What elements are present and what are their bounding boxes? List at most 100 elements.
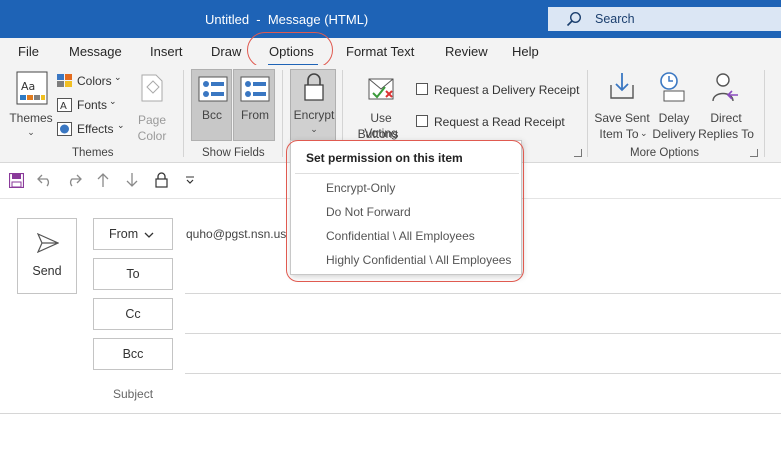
save-sent-label-1: Save Sent [594,111,650,125]
direct-replies-button[interactable]: Direct Replies To [698,69,754,141]
cc-button-label: Cc [125,307,141,321]
themes-group-label: Themes [72,147,114,159]
message-body[interactable] [0,415,781,467]
themes-icon: Aa [16,71,48,105]
chevron-down-icon: ⌄ [27,127,35,137]
tab-help[interactable]: Help [512,44,539,59]
tab-message[interactable]: Message [69,44,122,59]
themes-button[interactable]: Aa Themes ⌄ [8,69,54,141]
chevron-down-icon: ⌄ [640,128,648,138]
bcc-icon [198,76,228,102]
svg-text:A: A [60,101,67,112]
undo-icon[interactable] [37,173,53,187]
group-separator [183,70,184,157]
chevron-down-icon: ⌄ [117,120,125,130]
direct-label-2: Replies To [698,127,754,141]
voting-buttons-button[interactable]: Use Voting Buttons [352,69,410,141]
delivery-receipt-checkbox[interactable] [416,83,428,95]
page-color-button[interactable]: Page Color [132,71,170,143]
group-separator [764,70,765,157]
to-button[interactable]: To [93,258,173,290]
lock-icon [304,73,324,101]
send-button[interactable]: Send [17,218,77,294]
delivery-receipt-option[interactable]: Request a Delivery Receipt [416,82,580,100]
page-color-label-1: Page [137,113,167,127]
subject-underline [0,413,781,414]
send-label: Send [32,264,62,278]
bcc-button-label: Bcc [122,347,144,361]
read-receipt-checkbox[interactable] [416,115,428,127]
cc-field[interactable] [185,298,781,332]
search-box[interactable]: Search [548,7,781,31]
fonts-icon: A [57,98,72,112]
save-sent-icon [610,73,634,99]
page-color-label-2: Color [137,129,167,143]
to-field-underline [185,293,781,294]
group-separator [282,70,283,157]
tracking-dialog-launcher-icon[interactable] [574,149,582,157]
tab-file[interactable]: File [18,44,39,59]
subject-field[interactable] [185,378,781,412]
to-button-label: To [126,267,140,281]
tab-review[interactable]: Review [445,44,488,59]
colors-icon [57,74,72,87]
lock-icon[interactable] [155,172,168,188]
colors-button[interactable]: Colors ⌄ [57,72,127,90]
encrypt-button[interactable]: Encrypt ⌄ [290,69,336,141]
tab-format-text[interactable]: Format Text [346,44,414,59]
from-label: From [241,108,269,122]
customize-toolbar-icon[interactable] [185,175,195,185]
delay-label-2: Delivery [652,127,696,141]
more-options-group-label: More Options [630,147,700,159]
save-sent-item-button[interactable]: Save Sent Item To ⌄ [594,69,650,141]
cc-button[interactable]: Cc [93,298,173,330]
arrow-down-icon[interactable] [126,172,138,188]
title-bar: Untitled - Message (HTML) Search [0,0,781,38]
bcc-button[interactable]: Bcc [93,338,173,370]
menu-highlight-circle [286,140,524,282]
search-placeholder: Search [595,12,635,26]
page-color-icon [141,74,163,102]
chevron-down-icon: ⌄ [109,96,117,106]
clock-icon [660,72,685,102]
read-receipt-option[interactable]: Request a Read Receipt [416,114,580,132]
from-button-label: From [109,227,139,241]
ribbon-tabs: File Message Insert Draw Options Format … [0,38,781,65]
effects-icon [57,122,72,136]
show-fields-group-label: Show Fields [202,147,265,159]
window-title: Untitled - Message (HTML) [205,12,369,27]
subject-label: Subject [113,387,154,401]
bcc-toggle-button[interactable]: Bcc [191,69,232,141]
bcc-field[interactable] [185,338,781,372]
effects-label: Effects [77,122,114,136]
chevron-down-icon: ⌄ [114,72,122,82]
more-options-dialog-launcher-icon[interactable] [750,149,758,157]
from-address: quho@pgst.nsn.us [186,227,287,241]
save-sent-label-2: Item To [599,127,639,141]
delay-delivery-button[interactable]: Delay Delivery [650,69,698,141]
delay-label-1: Delay [658,111,690,125]
options-highlight-circle [247,32,333,68]
voting-icon [368,78,394,100]
from-button[interactable]: From [93,218,173,250]
chevron-down-icon [144,232,154,238]
arrow-up-icon[interactable] [97,172,109,188]
fonts-button[interactable]: A Fonts ⌄ [57,96,127,114]
from-toggle-button[interactable]: From [233,69,275,141]
from-icon [240,76,270,102]
search-icon [566,11,582,27]
effects-button[interactable]: Effects ⌄ [57,120,129,138]
themes-label: Themes [9,111,53,125]
send-icon [37,233,59,253]
tab-draw[interactable]: Draw [211,44,241,59]
encrypt-label: Encrypt [293,108,335,122]
bcc-field-underline [185,373,781,374]
chevron-down-icon: ⌄ [310,124,318,134]
redo-icon[interactable] [66,173,82,187]
fonts-label: Fonts [77,98,108,112]
save-icon[interactable] [9,173,24,188]
read-receipt-label: Request a Read Receipt [434,115,565,129]
group-separator [587,70,588,157]
delivery-receipt-label: Request a Delivery Receipt [434,83,580,97]
tab-insert[interactable]: Insert [150,44,183,59]
